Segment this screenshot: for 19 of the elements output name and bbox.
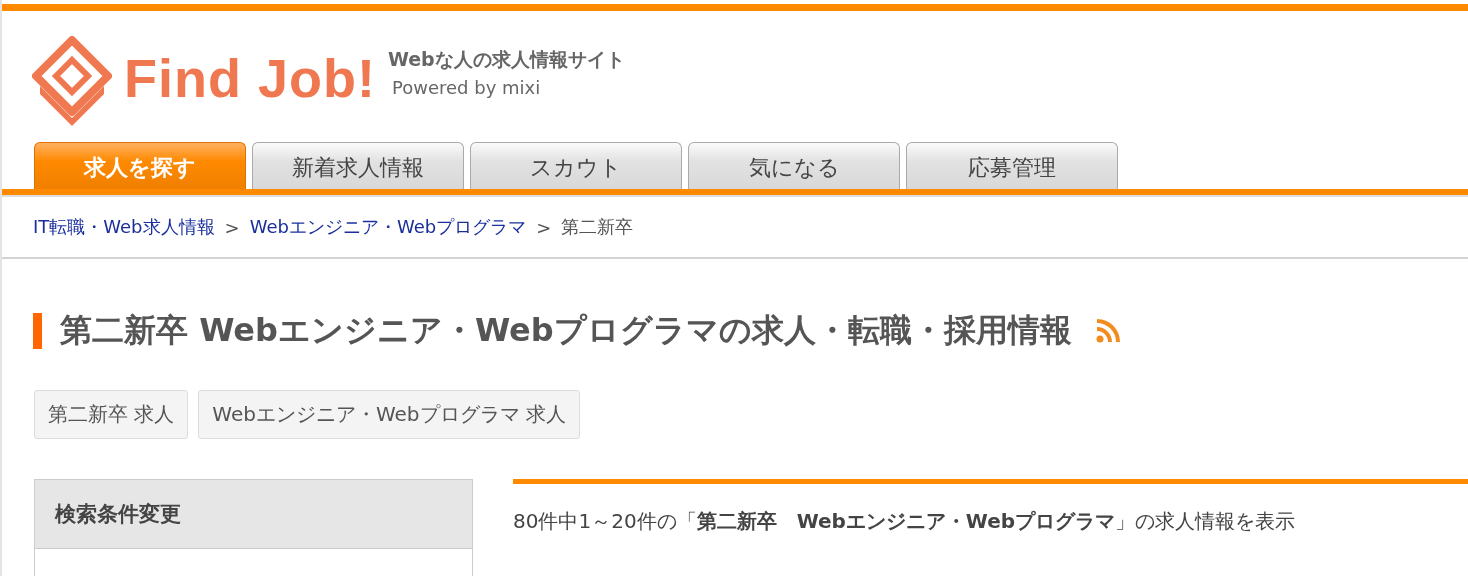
nav-tab[interactable]: 気になる	[688, 142, 900, 189]
tagline: Webな人の求人情報サイト	[387, 46, 625, 72]
tag-link[interactable]: 第二新卒 求人	[34, 390, 189, 439]
breadcrumb-current: 第二新卒	[561, 215, 634, 239]
result-summary: 80件中1～20件の「第二新卒 Webエンジニア・Webプログラマ」の求人情報を表示	[513, 508, 1297, 535]
rss-icon[interactable]	[1095, 319, 1120, 343]
breadcrumb-separator: >	[536, 216, 552, 238]
breadcrumb-link[interactable]: IT転職・Web求人情報	[33, 215, 215, 239]
page-heading: 第二新卒 Webエンジニア・Webプログラマの求人・転職・採用情報	[60, 310, 1072, 351]
powered-by-text: Powered by mixi	[390, 76, 542, 98]
nav-tab[interactable]: 新着求人情報	[252, 142, 464, 189]
sidebar-title: 検索条件変更	[35, 480, 472, 549]
heading-accent-bar	[33, 313, 42, 349]
logo-icon	[32, 36, 112, 126]
breadcrumb-separator: >	[224, 216, 240, 238]
nav-tab[interactable]: 応募管理	[906, 142, 1118, 189]
breadcrumb-link[interactable]: Webエンジニア・Webプログラマ	[249, 215, 527, 239]
tag-link[interactable]: Webエンジニア・Webプログラマ 求人	[198, 390, 580, 439]
nav-tab[interactable]: スカウト	[470, 142, 682, 189]
